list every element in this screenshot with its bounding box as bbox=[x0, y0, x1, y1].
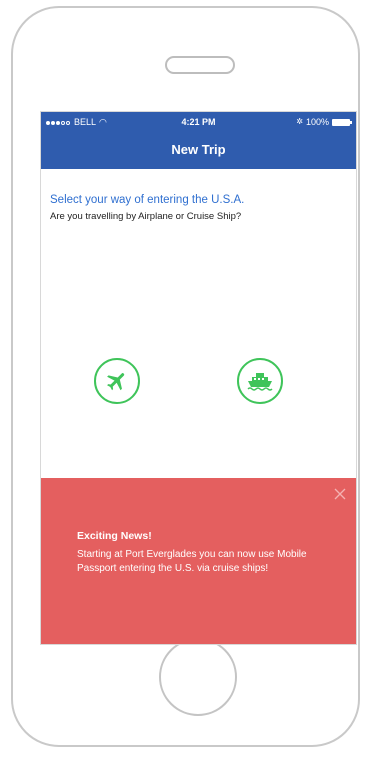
status-right: ✲ 100% bbox=[296, 115, 352, 129]
airplane-option-button[interactable] bbox=[94, 358, 140, 404]
status-bar: BELL ◠ 4:21 PM ✲ 100% bbox=[41, 115, 356, 129]
ship-icon bbox=[247, 373, 273, 391]
banner-title: Exciting News! bbox=[77, 530, 152, 542]
battery-percent: 100% bbox=[305, 117, 329, 127]
speaker-grille bbox=[165, 56, 235, 74]
home-button[interactable] bbox=[159, 638, 237, 716]
page-title: New Trip bbox=[171, 142, 226, 157]
close-icon[interactable] bbox=[334, 488, 346, 500]
app-screen: BELL ◠ 4:21 PM ✲ 100% New Trip Select yo… bbox=[40, 111, 357, 645]
banner-body: Starting at Port Everglades you can now … bbox=[77, 549, 307, 574]
prompt-heading: Select your way of entering the U.S.A. bbox=[50, 194, 245, 206]
battery-icon bbox=[332, 118, 352, 126]
cruise-ship-option-button[interactable] bbox=[237, 358, 283, 404]
navigation-bar: BELL ◠ 4:21 PM ✲ 100% New Trip bbox=[41, 112, 356, 169]
bluetooth-icon: ✲ bbox=[296, 117, 303, 126]
prompt-question: Are you travelling by Airplane or Cruise… bbox=[50, 211, 242, 222]
airplane-icon bbox=[107, 373, 125, 391]
news-banner: Exciting News! Starting at Port Everglad… bbox=[41, 478, 356, 644]
